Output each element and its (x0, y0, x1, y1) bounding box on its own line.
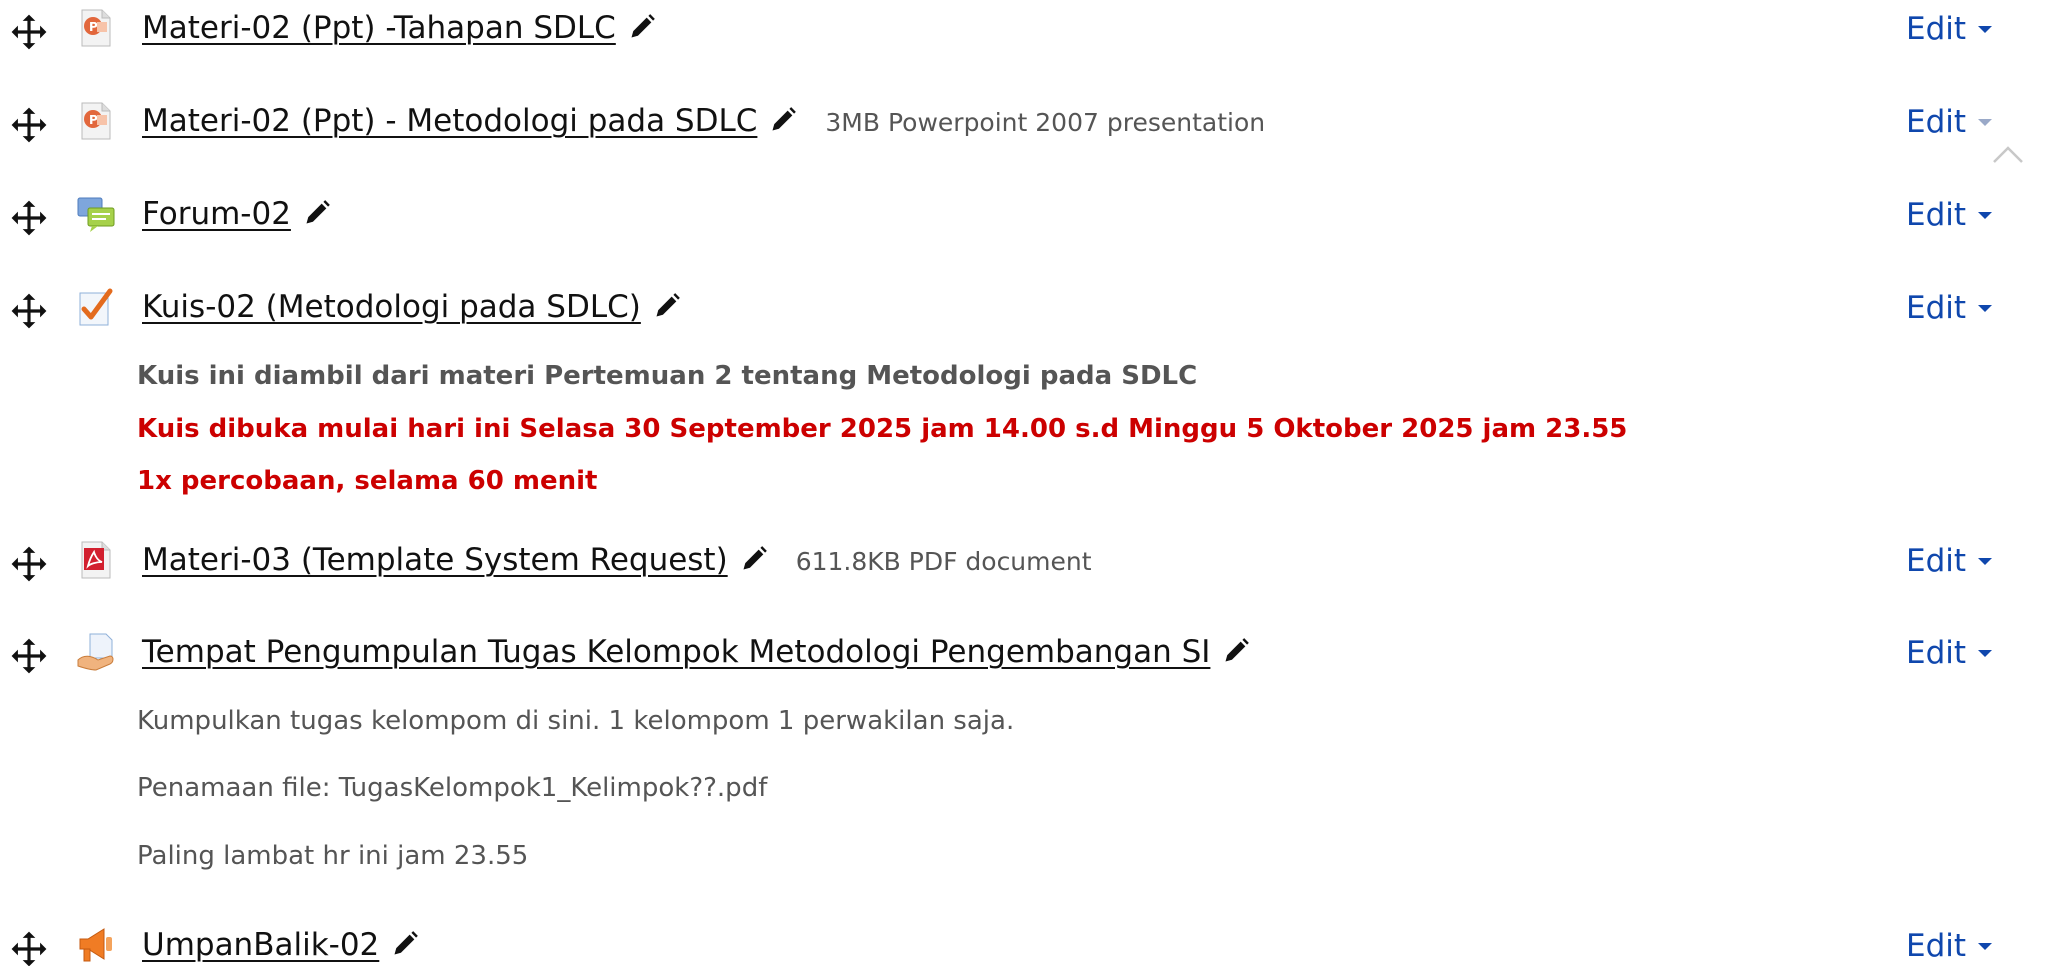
edit-label[interactable]: Edit (1906, 928, 1966, 964)
assignment-icon (77, 633, 114, 671)
edit-label[interactable]: Edit (1906, 635, 1966, 671)
move-icon[interactable] (10, 545, 48, 583)
edit-menu-button[interactable]: Edit (1906, 928, 1993, 964)
activity-link[interactable]: Materi-03 (Template System Request) 611.8… (142, 542, 1092, 578)
activity-title[interactable]: Materi-03 (Template System Request) (142, 542, 728, 578)
pencil-icon[interactable] (628, 13, 656, 41)
move-icon[interactable] (10, 292, 48, 330)
chevron-down-icon (1978, 26, 1993, 33)
chevron-down-icon (1978, 305, 1993, 312)
activity-description: Kuis ini diambil dari materi Pertemuan 2… (137, 361, 1198, 391)
file-meta: 3MB Powerpoint 2007 presentation (825, 108, 1266, 137)
activity-row: UmpanBalik-02 Edit (0, 919, 2047, 966)
activity-link[interactable]: UmpanBalik-02 (142, 927, 419, 963)
activity-title[interactable]: Materi-02 (Ppt) -Tahapan SDLC (142, 10, 616, 46)
activity-link[interactable]: Kuis-02 (Metodologi pada SDLC) (142, 289, 681, 325)
move-icon[interactable] (10, 13, 48, 51)
course-section: P Materi-02 (Ppt) -Tahapan SDLC Edit P M… (0, 0, 2047, 966)
chevron-down-icon (1978, 558, 1993, 565)
pencil-icon[interactable] (1222, 637, 1250, 665)
file-meta: 611.8KB PDF document (795, 547, 1092, 576)
activity-link[interactable]: Materi-02 (Ppt) -Tahapan SDLC (142, 10, 656, 46)
quiz-icon (79, 288, 113, 326)
activity-title[interactable]: Kuis-02 (Metodologi pada SDLC) (142, 289, 641, 325)
chevron-down-icon (1978, 650, 1993, 657)
edit-menu-button[interactable]: Edit (1906, 11, 1993, 47)
move-icon[interactable] (10, 199, 48, 237)
activity-description: Paling lambat hr ini jam 23.55 (137, 841, 529, 871)
pencil-icon[interactable] (391, 930, 419, 958)
edit-label[interactable]: Edit (1906, 543, 1966, 579)
edit-label[interactable]: Edit (1906, 197, 1966, 233)
svg-text:P: P (89, 20, 98, 34)
feedback-icon (79, 928, 112, 962)
chevron-up-icon[interactable] (1990, 140, 2026, 168)
powerpoint-icon: P (81, 102, 111, 140)
activity-title[interactable]: Materi-02 (Ppt) - Metodologi pada SDLC (142, 103, 757, 139)
chevron-down-icon (1978, 119, 1993, 126)
activity-description: Kuis dibuka mulai hari ini Selasa 30 Sep… (137, 414, 1628, 444)
chevron-down-icon (1978, 212, 1993, 219)
pencil-icon[interactable] (740, 545, 768, 573)
activity-description: Penamaan file: TugasKelompok1_Kelimpok??… (137, 773, 768, 803)
edit-label[interactable]: Edit (1906, 290, 1966, 326)
activity-link[interactable]: Forum-02 (142, 196, 331, 232)
activity-title[interactable]: UmpanBalik-02 (142, 927, 379, 963)
edit-menu-button[interactable]: Edit (1906, 197, 1993, 233)
edit-menu-button[interactable]: Edit (1906, 543, 1993, 579)
activity-row: Forum-02 Edit (0, 188, 2047, 248)
move-icon[interactable] (10, 637, 48, 675)
svg-text:P: P (89, 113, 98, 127)
edit-menu-button[interactable]: Edit (1906, 290, 1993, 326)
edit-label[interactable]: Edit (1906, 104, 1966, 140)
forum-icon (77, 197, 115, 232)
edit-label[interactable]: Edit (1906, 11, 1966, 47)
edit-menu-button[interactable]: Edit (1906, 635, 1993, 671)
activity-link[interactable]: Tempat Pengumpulan Tugas Kelompok Metodo… (142, 634, 1250, 670)
pencil-icon[interactable] (653, 292, 681, 320)
edit-menu-button[interactable]: Edit (1906, 104, 1993, 140)
powerpoint-icon: P (81, 9, 111, 47)
activity-title[interactable]: Forum-02 (142, 196, 291, 232)
activity-row: Materi-03 (Template System Request) 611.8… (0, 534, 2047, 594)
activity-link[interactable]: Materi-02 (Ppt) - Metodologi pada SDLC 3M… (142, 103, 1265, 139)
activity-title[interactable]: Tempat Pengumpulan Tugas Kelompok Metodo… (142, 634, 1210, 670)
activity-row: Tempat Pengumpulan Tugas Kelompok Metodo… (0, 626, 2047, 686)
activity-row: P Materi-02 (Ppt) - Metodologi pada SDLC… (0, 95, 2047, 155)
activity-row: P Materi-02 (Ppt) -Tahapan SDLC Edit (0, 2, 2047, 62)
activity-description: Kumpulkan tugas kelompom di sini. 1 kelo… (137, 706, 1015, 736)
activity-description: 1x percobaan, selama 60 menit (137, 466, 598, 496)
pdf-icon (81, 541, 111, 579)
pencil-icon[interactable] (769, 106, 797, 134)
move-icon[interactable] (10, 930, 48, 966)
chevron-down-icon (1978, 943, 1993, 950)
pencil-icon[interactable] (303, 199, 331, 227)
activity-row: Kuis-02 (Metodologi pada SDLC) Edit (0, 281, 2047, 341)
move-icon[interactable] (10, 106, 48, 144)
